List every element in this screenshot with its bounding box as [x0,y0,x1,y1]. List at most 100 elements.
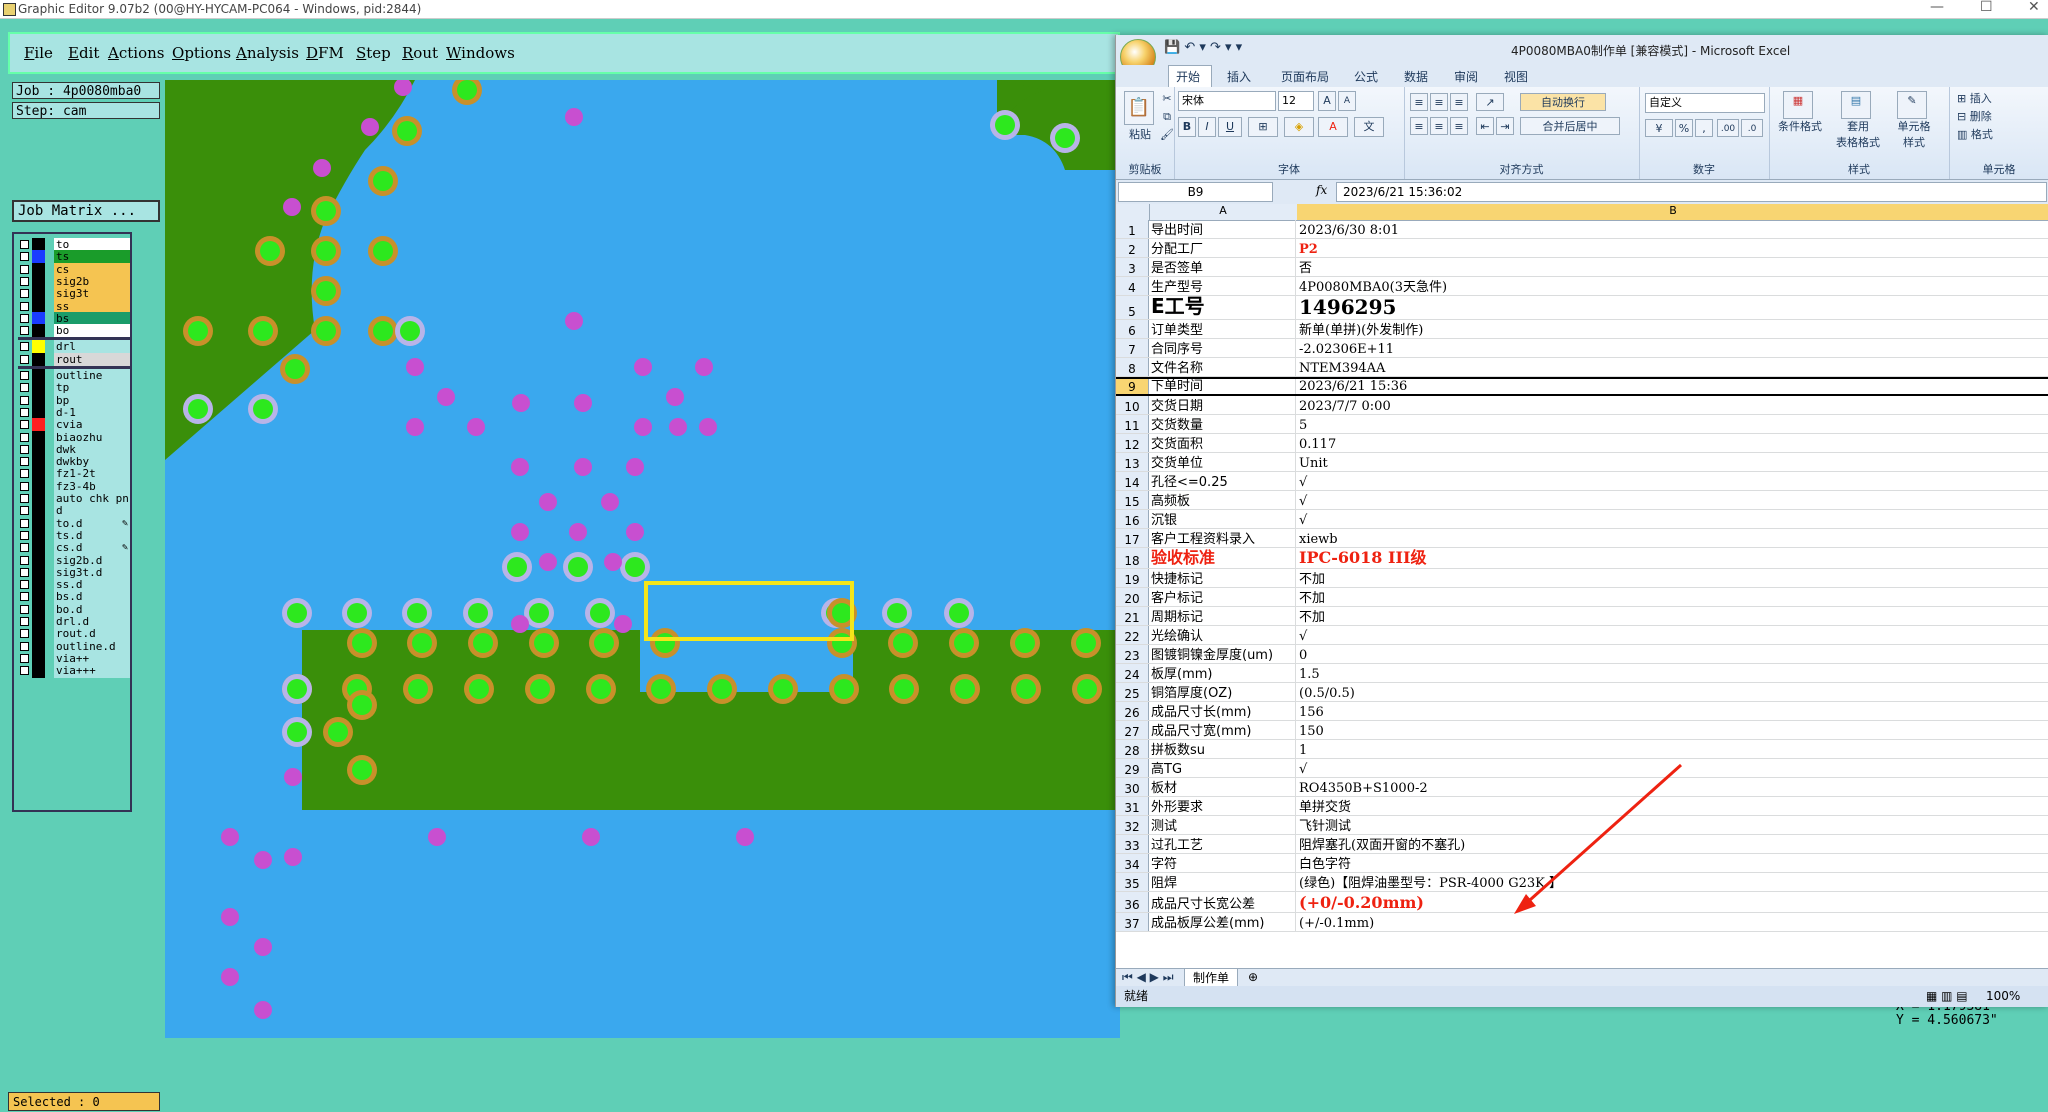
menu-edit[interactable]: Edit [68,44,99,62]
cell-b[interactable]: 1.5 [1297,664,2048,682]
align-left-icon[interactable]: ≡ [1410,117,1428,135]
layer-checkbox[interactable] [20,342,29,352]
cell-a[interactable]: 孔径<=0.25 [1149,472,1296,490]
cell-b[interactable]: xiewb [1297,529,2048,547]
layer-checkbox[interactable] [20,289,29,299]
cell-a[interactable]: 合同序号 [1149,339,1296,357]
bold-icon[interactable]: B [1178,117,1196,137]
cell-b[interactable]: 否 [1297,258,2048,276]
cell-b[interactable]: Unit [1297,453,2048,471]
conditional-format-icon[interactable]: ▦ [1783,91,1813,119]
fill-color-icon[interactable]: ◈ [1284,117,1314,137]
layer-checkbox[interactable] [20,444,29,454]
layer-checkbox[interactable] [20,457,29,467]
row-number[interactable]: 24 [1116,664,1149,682]
table-format-button[interactable]: 套用 表格格式 [1831,119,1885,151]
increase-indent-icon[interactable]: ⇥ [1496,117,1514,135]
italic-icon[interactable]: I [1198,117,1216,137]
delete-cells-button[interactable]: ⊟ 删除 [1957,109,2037,125]
cell-b[interactable]: (0.5/0.5) [1297,683,2048,701]
layer-checkbox[interactable] [20,617,29,626]
cell-b[interactable]: -2.02306E+11 [1297,339,2048,357]
row-number[interactable]: 20 [1116,588,1149,606]
new-sheet-icon[interactable]: ⊕ [1248,970,1258,984]
cell-a[interactable]: 成品板厚公差(mm) [1149,913,1296,931]
row-number[interactable]: 6 [1116,320,1149,338]
name-box[interactable]: B9 [1118,182,1273,202]
layer-color-swatch[interactable] [32,324,45,339]
cell-a[interactable]: 成品尺寸宽(mm) [1149,721,1296,739]
formula-input[interactable]: 2023/6/21 15:36:02 [1336,182,2047,202]
cell-b[interactable]: 不加 [1297,588,2048,606]
row-number[interactable]: 27 [1116,721,1149,739]
row-number[interactable]: 31 [1116,797,1149,815]
cell-b[interactable]: 不加 [1297,607,2048,625]
row-number[interactable]: 2 [1116,239,1149,257]
cell-a[interactable]: 高TG [1149,759,1296,777]
row-number[interactable]: 33 [1116,835,1149,853]
close-icon[interactable]: ✕ [2028,0,2040,15]
row-number[interactable]: 14 [1116,472,1149,490]
layer-checkbox[interactable] [20,481,29,491]
layer-checkbox[interactable] [20,629,29,639]
cell-a[interactable]: 交货面积 [1149,434,1296,452]
col-header-b[interactable]: B [1297,204,2048,220]
cell-a[interactable]: 光绘确认 [1149,626,1296,644]
orientation-icon[interactable]: ↗ [1476,93,1504,111]
cell-b[interactable]: 4P0080MBA0(3天急件) [1297,277,2048,295]
cell-b[interactable]: 不加 [1297,569,2048,587]
layer-checkbox[interactable] [20,567,29,577]
cell-b[interactable]: √ [1297,472,2048,490]
layer-checkbox[interactable] [20,530,29,540]
font-name-select[interactable]: 宋体 [1178,91,1276,111]
cell-a[interactable]: 下单时间 [1149,379,1296,394]
tab-formulas[interactable]: 公式 [1354,68,1378,85]
menu-file[interactable]: File [24,44,53,62]
phonetic-icon[interactable]: 文 [1354,117,1384,137]
cell-a[interactable]: 测试 [1149,816,1296,834]
layer-checkbox[interactable] [20,407,29,417]
layer-checkbox[interactable] [20,432,29,442]
insert-cells-button[interactable]: ⊞ 插入 [1957,91,2037,107]
merge-center-button[interactable]: 合并后居中 [1520,117,1620,135]
layer-checkbox[interactable] [20,518,29,528]
align-bottom-icon[interactable]: ≡ [1450,93,1468,111]
layer-checkbox[interactable] [20,420,29,430]
cell-b[interactable]: RO4350B+S1000-2 [1297,778,2048,796]
row-number[interactable]: 5 [1116,296,1149,319]
border-icon[interactable]: ⊞ [1248,117,1278,137]
cell-a[interactable]: 字符 [1149,854,1296,872]
cell-a[interactable]: 铜箔厚度(OZ) [1149,683,1296,701]
cell-b[interactable]: 1496295 [1297,296,2048,319]
cell-a[interactable]: 外形要求 [1149,797,1296,815]
conditional-format-button[interactable]: 条件格式 [1771,119,1829,135]
cell-b[interactable]: P2 [1297,239,2048,257]
cell-a[interactable]: 订单类型 [1149,320,1296,338]
cell-b[interactable]: 2023/6/30 8:01 [1297,220,2048,238]
job-matrix-button[interactable]: Job Matrix ... [12,200,160,222]
cell-b[interactable]: 2023/6/21 15:36 [1297,379,2048,394]
cell-b[interactable]: 0 [1297,645,2048,663]
align-top-icon[interactable]: ≡ [1410,93,1428,111]
row-number[interactable]: 10 [1116,396,1149,414]
row-number[interactable]: 7 [1116,339,1149,357]
layer-checkbox[interactable] [20,555,29,565]
number-format-select[interactable]: 自定义 [1645,93,1765,113]
cell-a[interactable]: 分配工厂 [1149,239,1296,257]
cell-a[interactable]: 生产型号 [1149,277,1296,295]
cell-b[interactable]: 1 [1297,740,2048,758]
tab-insert[interactable]: 插入 [1227,68,1251,85]
cell-b[interactable]: 150 [1297,721,2048,739]
maximize-icon[interactable]: ☐ [1980,0,1993,15]
menu-step[interactable]: Step [356,44,391,62]
decrease-decimal-icon[interactable]: .0 [1741,119,1763,137]
cell-a[interactable]: 成品尺寸长宽公差 [1149,892,1296,912]
row-number[interactable]: 26 [1116,702,1149,720]
row-number[interactable]: 23 [1116,645,1149,663]
cell-a[interactable]: 过孔工艺 [1149,835,1296,853]
cell-a[interactable]: 文件名称 [1149,358,1296,376]
cell-b[interactable]: 0.117 [1297,434,2048,452]
cell-b[interactable]: √ [1297,626,2048,644]
row-number[interactable]: 18 [1116,548,1149,568]
layer-checkbox[interactable] [20,240,29,249]
